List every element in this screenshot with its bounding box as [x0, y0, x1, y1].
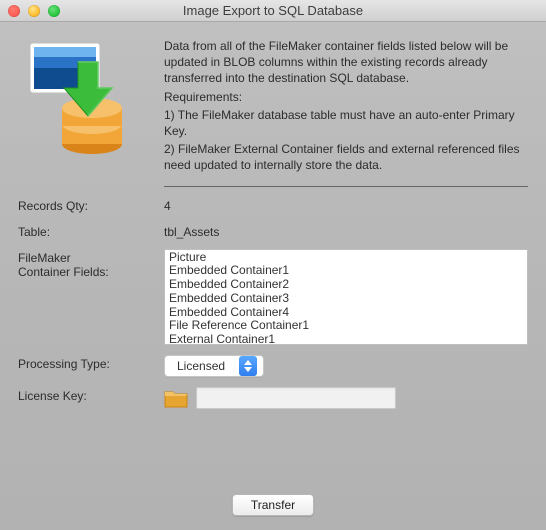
window-title: Image Export to SQL Database [0, 3, 546, 18]
titlebar: Image Export to SQL Database [0, 0, 546, 22]
list-item[interactable]: File Reference Container1 [169, 319, 523, 333]
requirement-1: 1) The FileMaker database table must hav… [164, 107, 528, 139]
window-traffic-lights [8, 5, 60, 17]
license-key-label: License Key: [18, 387, 164, 403]
processing-type-label: Processing Type: [18, 355, 164, 371]
table-label: Table: [18, 223, 164, 239]
requirements-label: Requirements: [164, 89, 528, 105]
records-qty-value: 4 [164, 197, 528, 213]
zoom-icon[interactable] [48, 5, 60, 17]
window: Image Export to SQL Database [0, 0, 546, 530]
list-item[interactable]: Picture [169, 251, 523, 265]
intro-paragraph: Data from all of the FileMaker container… [164, 38, 528, 87]
license-key-input[interactable] [196, 387, 396, 409]
divider [164, 186, 528, 187]
container-fields-label: FileMaker Container Fields: [18, 249, 164, 279]
folder-icon [164, 387, 188, 409]
export-icon [18, 38, 148, 158]
table-value: tbl_Assets [164, 223, 528, 239]
requirement-2: 2) FileMaker External Container fields a… [164, 141, 528, 173]
list-item[interactable]: External Container1 [169, 333, 523, 344]
records-qty-label: Records Qty: [18, 197, 164, 213]
list-item[interactable]: Embedded Container2 [169, 278, 523, 292]
list-item[interactable]: Embedded Container1 [169, 264, 523, 278]
close-icon[interactable] [8, 5, 20, 17]
transfer-button[interactable]: Transfer [232, 494, 314, 516]
list-item[interactable]: Embedded Container3 [169, 292, 523, 306]
list-item[interactable]: Embedded Container4 [169, 306, 523, 320]
processing-type-select[interactable]: Licensed [164, 355, 264, 377]
minimize-icon[interactable] [28, 5, 40, 17]
intro-text: Data from all of the FileMaker container… [164, 38, 528, 176]
chevron-updown-icon [239, 356, 257, 376]
container-fields-listbox[interactable]: PictureEmbedded Container1Embedded Conta… [164, 249, 528, 345]
processing-type-selected: Licensed [177, 359, 239, 373]
